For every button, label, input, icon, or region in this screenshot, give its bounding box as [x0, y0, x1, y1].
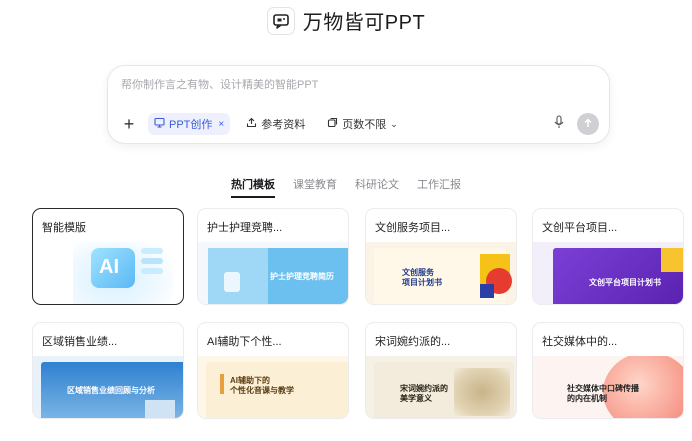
card-title: AI辅助下个性...	[207, 336, 282, 348]
page-count-select[interactable]: 页数不限 ⌄	[321, 113, 404, 135]
card-title: 社交媒体中的...	[542, 336, 618, 348]
card-thumbnail: 社交媒体中口碑传播 的内在机制	[533, 356, 683, 418]
thumb-title: 护士护理竞聘简历	[270, 272, 334, 281]
template-card-social-media[interactable]: 社交媒体中的... 社交媒体中口碑传播 的内在机制	[532, 322, 684, 419]
add-button[interactable]: +	[120, 115, 138, 133]
thumb-title: 文创服务 项目计划书	[402, 268, 442, 287]
card-thumbnail: 文创平台项目计划书	[533, 242, 683, 304]
thumb-title: AI辅助下的 个性化音课与教学	[230, 376, 294, 395]
card-title: 文创平台项目...	[542, 222, 618, 234]
microphone-icon	[553, 114, 565, 134]
app-title: 万物皆可PPT	[302, 12, 426, 34]
ppt-create-chip[interactable]: PPT创作 ×	[148, 113, 231, 135]
thumb-title: 社交媒体中口碑传播 的内在机制	[567, 384, 639, 403]
tab-work-report[interactable]: 工作汇报	[417, 176, 461, 198]
thumb-title: 文创平台项目计划书	[589, 278, 661, 287]
thumb-title: 区域销售业绩回顾与分析	[67, 386, 155, 395]
presentation-chat-icon	[266, 6, 295, 35]
template-card-ai-teaching[interactable]: AI辅助下个性... AI辅助下的 个性化音课与教学	[197, 322, 349, 419]
card-thumbnail: 文创服务 项目计划书	[366, 242, 516, 304]
thumb-title: 宋词婉约派的 美学意义	[400, 384, 448, 403]
presentation-icon	[154, 117, 165, 131]
page: 万物皆可PPT + PPT创作 × 参考资料	[0, 0, 692, 441]
card-thumbnail: 护士护理竞聘简历	[198, 242, 348, 304]
template-card-cultural-platform[interactable]: 文创平台项目... 文创平台项目计划书	[532, 208, 684, 305]
card-thumbnail: AI	[33, 242, 183, 304]
ppt-create-label: PPT创作	[169, 119, 213, 131]
arrow-up-icon	[583, 115, 593, 133]
card-title: 护士护理竞聘...	[207, 222, 283, 234]
page-count-label: 页数不限	[342, 119, 387, 131]
prompt-box: + PPT创作 × 参考资料 页数不限 ⌄	[107, 65, 610, 144]
card-thumbnail: 宋词婉约派的 美学意义	[366, 356, 516, 418]
ai-badge-text: AI	[99, 256, 119, 278]
card-title: 文创服务项目...	[375, 222, 451, 234]
template-card-smart[interactable]: 智能模版 AI	[32, 208, 184, 305]
send-button[interactable]	[577, 113, 599, 135]
card-thumbnail: AI辅助下的 个性化音课与教学	[198, 356, 348, 418]
card-title: 宋词婉约派的...	[375, 336, 451, 348]
close-icon[interactable]: ×	[218, 119, 224, 130]
template-card-nurse[interactable]: 护士护理竞聘... 护士护理竞聘简历	[197, 208, 349, 305]
template-card-sales[interactable]: 区域销售业绩... 区域销售业绩回顾与分析	[32, 322, 184, 419]
card-title: 区域销售业绩...	[42, 336, 118, 348]
tab-classroom[interactable]: 课堂教育	[293, 176, 337, 198]
header: 万物皆可PPT	[0, 6, 692, 35]
prompt-input[interactable]	[121, 79, 581, 91]
reference-label: 参考资料	[261, 119, 306, 131]
card-thumbnail: 区域销售业绩回顾与分析	[33, 356, 183, 418]
template-tabs: 热门模板 课堂教育 科研论文 工作汇报	[0, 176, 692, 198]
chevron-down-icon: ⌄	[390, 118, 398, 129]
tab-hot[interactable]: 热门模板	[231, 176, 275, 198]
template-card-cultural-service[interactable]: 文创服务项目... 文创服务 项目计划书	[365, 208, 517, 305]
card-title: 智能模版	[42, 222, 86, 234]
template-card-song-ci[interactable]: 宋词婉约派的... 宋词婉约派的 美学意义	[365, 322, 517, 419]
tab-research[interactable]: 科研论文	[355, 176, 399, 198]
microphone-button[interactable]	[549, 114, 569, 134]
pages-icon	[327, 117, 338, 131]
prompt-toolbar: + PPT创作 × 参考资料 页数不限 ⌄	[120, 113, 599, 135]
upload-icon	[246, 117, 257, 131]
reference-chip[interactable]: 参考资料	[240, 113, 311, 135]
